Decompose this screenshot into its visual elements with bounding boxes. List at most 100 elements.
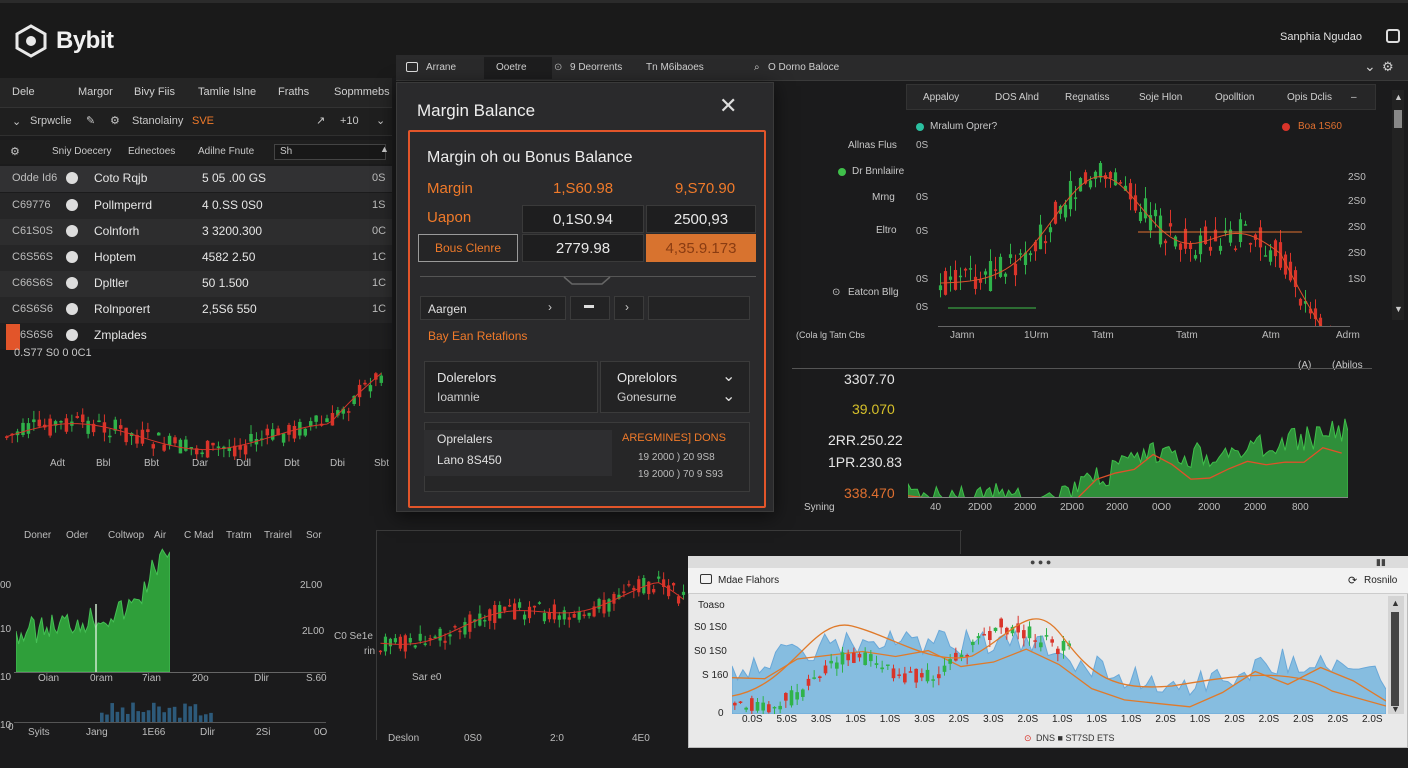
bonus-value-1[interactable]: 2779.98 <box>522 234 644 262</box>
candle <box>938 285 943 291</box>
col-header[interactable]: Ednectoes <box>128 146 175 157</box>
tab-tamlie[interactable]: Tamlie Islne <box>198 86 256 98</box>
scroll-up-icon[interactable]: ▲ <box>1391 598 1400 608</box>
next-button[interactable] <box>614 296 644 320</box>
candle <box>517 602 522 608</box>
gear-icon[interactable]: ⚙ <box>1382 59 1394 75</box>
tab[interactable]: Regnatiss <box>1065 92 1109 103</box>
scroll-thumb[interactable] <box>1391 612 1399 706</box>
candle <box>443 640 447 643</box>
aargen-value-field[interactable] <box>648 296 750 320</box>
tab-sopmmebs[interactable]: Sopmmebs <box>334 86 390 98</box>
candle <box>527 606 532 619</box>
x-tick: 1.0S <box>879 714 901 725</box>
window-icon[interactable] <box>1386 29 1400 43</box>
list-item[interactable]: C61S0S Colnforh 3 3200.300 0C <box>0 219 392 245</box>
sort-icon[interactable]: ▲ <box>380 144 389 154</box>
x-tick: 2.0S <box>1293 714 1314 725</box>
trend-icon: ↗ <box>316 115 326 127</box>
volume-bar <box>162 712 166 722</box>
window-dots-icon[interactable]: ● ● ● <box>1030 557 1051 567</box>
gear-icon[interactable]: ⚙ <box>110 114 120 127</box>
chevron-down-icon[interactable]: ⌄ <box>722 366 735 386</box>
list-item[interactable]: C6S56S Hoptem 4582 2.50 1C <box>0 245 392 271</box>
close-icon[interactable]: ✕ <box>719 93 737 119</box>
dolerelors-dropdown[interactable] <box>424 361 598 413</box>
panel-border <box>960 530 961 554</box>
user-name[interactable]: Sanphia Ngudao <box>1280 31 1362 43</box>
bay-ean-link[interactable]: Bay Ean Retafions <box>428 329 527 343</box>
tab[interactable]: Opolltion <box>1215 92 1254 103</box>
candle <box>954 652 958 661</box>
sub-mid-label[interactable]: Stanolainy <box>132 115 183 127</box>
volume-bar <box>100 712 104 722</box>
bonus-clenre-button[interactable]: Bous Clenre <box>418 234 518 262</box>
tab[interactable]: Soje Hlon <box>1139 92 1182 103</box>
candle <box>1143 198 1148 219</box>
x-tick: 2.0S <box>1362 714 1383 725</box>
info-accent: AREGMINES] DONS <box>622 432 726 444</box>
candle <box>557 615 561 620</box>
refresh-icon[interactable]: ⟳ <box>1348 574 1357 587</box>
candle <box>801 689 805 697</box>
tab-dele[interactable]: Dele <box>12 86 35 98</box>
tab[interactable]: Opis Dclis <box>1287 92 1332 103</box>
candle <box>948 659 952 664</box>
candle <box>886 664 890 666</box>
list-item[interactable]: C6S6S6 Rolnporert 2,5S6 550 1C <box>0 297 392 323</box>
scroll-up-icon[interactable]: ▲ <box>1394 92 1403 102</box>
search-label[interactable]: O Dorno Baloce <box>768 62 839 73</box>
settings-icon[interactable]: ⚙ <box>10 145 20 158</box>
chevron-down-icon[interactable]: ⌄ <box>376 114 385 127</box>
scroll-down-icon[interactable]: ▼ <box>1394 304 1403 314</box>
window-tab-bar: Arrane Ooetre ⊙ 9 Deorrents Tn M6ibaoes … <box>396 55 1408 81</box>
tab[interactable]: DOS Alnd <box>995 92 1039 103</box>
candle <box>1044 635 1049 637</box>
bottom-right-area-chart <box>732 615 1386 714</box>
window-button[interactable]: Rosnilo <box>1364 575 1397 586</box>
minimize-icon[interactable]: – <box>1351 92 1357 103</box>
sub-right-label[interactable]: +10 <box>340 115 359 127</box>
uapon-value-1[interactable]: 0,1S0.94 <box>522 205 644 233</box>
uapon-value-2[interactable]: 2500,93 <box>646 205 756 233</box>
chevron-down-icon[interactable]: ⌄ <box>722 386 735 406</box>
candle <box>200 452 204 455</box>
side-label: Mrng <box>872 192 895 203</box>
candle <box>64 418 69 432</box>
bonus-value-2-highlight[interactable]: 4,35.9.173 <box>646 234 756 262</box>
col-header[interactable]: Adilne Fnute <box>198 146 254 157</box>
tab-margor[interactable]: Margor <box>78 86 113 98</box>
candle <box>408 637 412 643</box>
candle <box>287 424 291 435</box>
tab[interactable]: Appaloy <box>923 92 959 103</box>
tab-mobiles[interactable]: Tn M6ibaoes <box>646 62 704 73</box>
row-label-margin: Margin <box>427 180 473 197</box>
list-item[interactable]: Odde Id6 Coto Rqjb 5 05 .00 GS 0S <box>0 166 392 192</box>
tab-bivy[interactable]: Bivy Fiis <box>134 86 175 98</box>
list-item[interactable]: C69776 Pollmperrd 4 0.SS 0S0 1S <box>0 193 392 219</box>
candle <box>835 662 839 669</box>
candle <box>963 268 968 271</box>
volume-bar <box>172 706 177 722</box>
scroll-down-icon[interactable]: ▼ <box>1391 704 1400 714</box>
col-header[interactable]: Sniy Doecery <box>52 146 111 157</box>
chevron-down-icon[interactable]: ⌄ <box>12 115 21 128</box>
candle <box>1003 273 1008 277</box>
list-item[interactable]: C66S6S Dpltler 50 1.500 1C <box>0 271 392 297</box>
candle <box>1061 640 1066 651</box>
chevron-down-icon[interactable]: ⌄ <box>1364 58 1376 75</box>
tab-documents[interactable]: 9 Deorrents <box>570 62 622 73</box>
dropdown-sub: Ioamnie <box>437 390 480 404</box>
asset-icon <box>66 199 78 211</box>
candle <box>607 599 611 612</box>
candle <box>418 633 422 641</box>
tab-ooetre[interactable]: Ooetre <box>496 62 527 73</box>
chevron-right-icon[interactable]: › <box>548 300 552 314</box>
tab-arrane[interactable]: Arrane <box>426 62 456 73</box>
tab-fraths[interactable]: Fraths <box>278 86 309 98</box>
sub-left-label[interactable]: Srpwclie <box>30 115 72 127</box>
window-menu-icon[interactable]: ▮▮ <box>1376 557 1386 568</box>
candle <box>652 588 656 593</box>
logo[interactable]: Bybit <box>14 24 114 58</box>
scroll-thumb[interactable] <box>1394 110 1402 128</box>
